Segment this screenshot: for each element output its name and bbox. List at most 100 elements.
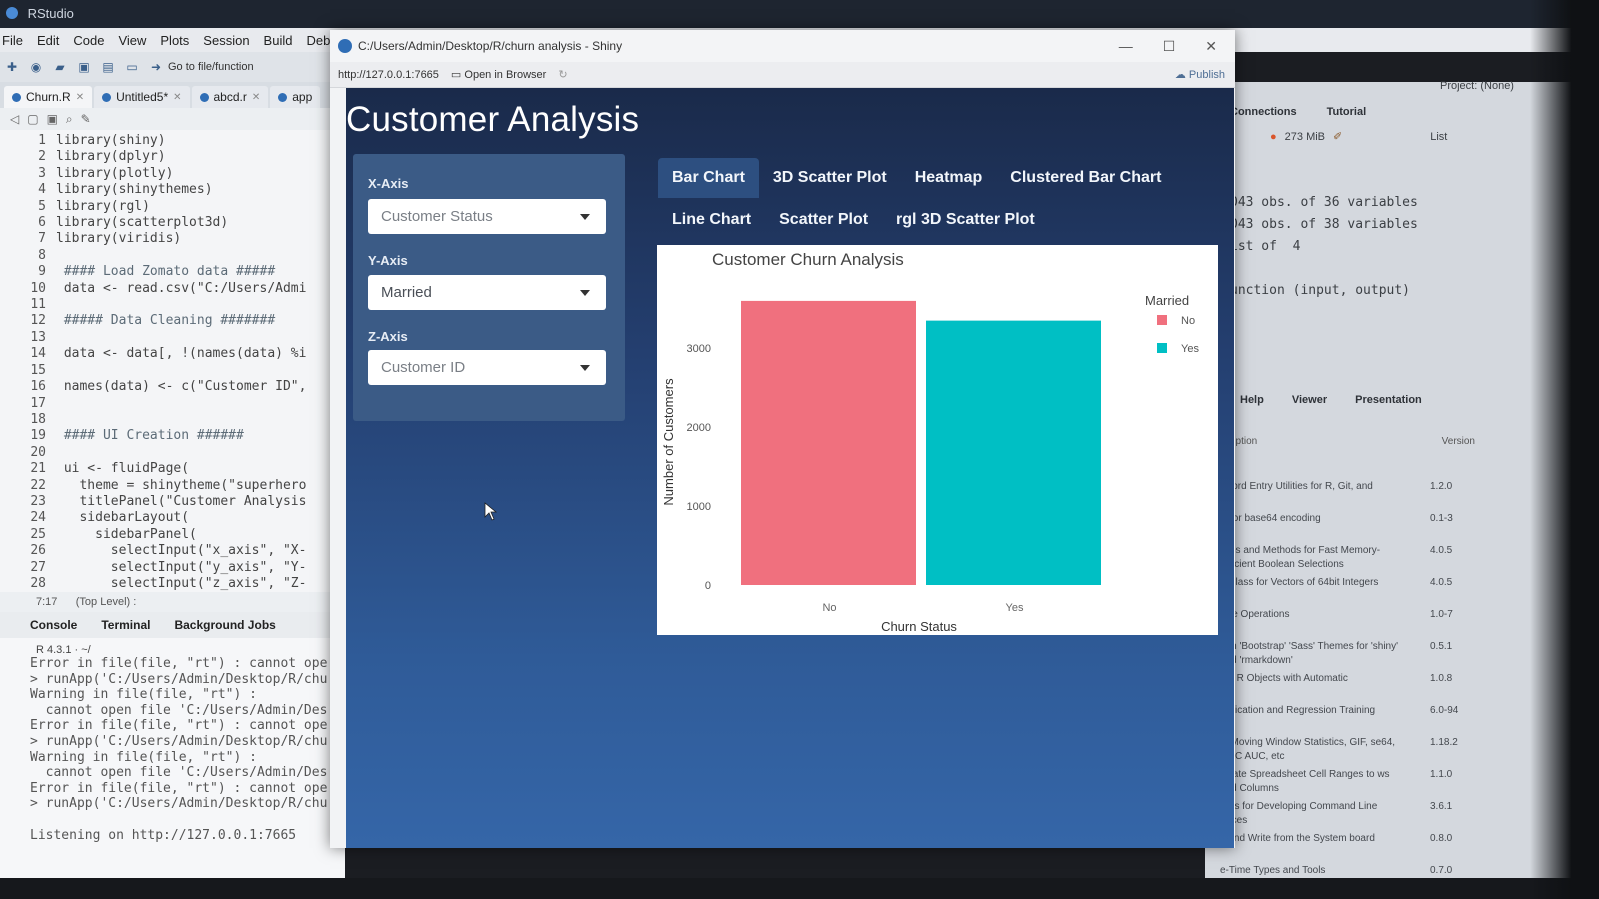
code-line[interactable]: 14 data <- data[, !(names(data) %i xyxy=(0,346,340,362)
code-line[interactable]: 13 xyxy=(0,330,340,346)
x-axis-select[interactable]: Customer Status xyxy=(368,199,606,234)
package-row[interactable]: ls for base64 encoding 0.1-3 xyxy=(1220,512,1470,544)
package-row[interactable]: sword Entry Utilities for R, Git, and 1.2… xyxy=(1220,480,1470,512)
package-row[interactable]: 3 Class for Vectors of 64bit Integers 4.0… xyxy=(1220,576,1470,608)
new-file-icon[interactable]: ✚ xyxy=(4,60,20,74)
code-tools-icon[interactable]: ✎ xyxy=(81,112,91,126)
menu-build[interactable]: Build xyxy=(264,33,293,48)
package-row[interactable]: tom 'Bootstrap' 'Sass' Themes for 'shiny… xyxy=(1220,640,1470,672)
open-in-browser-button[interactable]: ▭ Open in Browser xyxy=(451,68,546,81)
environment-item[interactable]: ist of 4 xyxy=(1230,236,1418,258)
tab-3d-scatter-plot[interactable]: 3D Scatter Plot xyxy=(759,158,901,198)
package-row[interactable]: pers for Developing Command Line rfaces 3… xyxy=(1220,800,1470,832)
tab-background-jobs[interactable]: Background Jobs xyxy=(174,618,275,632)
maximize-icon[interactable]: ☐ xyxy=(1163,38,1176,55)
z-axis-select[interactable]: Customer ID xyxy=(368,350,606,385)
plotly-chart[interactable]: Customer Churn Analysis 0 1000 2000 3000 No Ye… xyxy=(657,245,1218,635)
tab-console[interactable]: Console xyxy=(30,618,77,632)
close-icon[interactable]: ✕ xyxy=(1205,38,1217,55)
code-line[interactable]: 16 names(data) <- c("Customer ID", xyxy=(0,379,340,395)
code-line[interactable]: 1 library(shiny) xyxy=(0,133,340,149)
code-line[interactable]: 20 xyxy=(0,445,340,461)
code-line[interactable]: 17 xyxy=(0,396,340,412)
broom-icon[interactable]: ✐ xyxy=(1333,130,1342,143)
tab-heatmap[interactable]: Heatmap xyxy=(901,158,997,198)
print-icon[interactable]: ▭ xyxy=(124,60,140,74)
code-line[interactable]: 18 xyxy=(0,412,340,428)
code-line[interactable]: 5 library(rgl) xyxy=(0,199,340,215)
code-line[interactable]: 15 xyxy=(0,363,340,379)
code-line[interactable]: 6 library(scatterplot3d) xyxy=(0,215,340,231)
menu-plots[interactable]: Plots xyxy=(160,33,189,48)
tab-tutorial[interactable]: Tutorial xyxy=(1327,106,1367,118)
tab-line-chart[interactable]: Line Chart xyxy=(658,200,765,240)
environment-item[interactable] xyxy=(1230,258,1418,280)
package-row[interactable]: ssification and Regression Training 6.0-9… xyxy=(1220,704,1470,736)
save-all-icon[interactable]: ▤ xyxy=(100,60,116,74)
code-line[interactable]: 8 xyxy=(0,248,340,264)
package-row[interactable]: the R Objects with Automatic 1.0.8 xyxy=(1220,672,1470,704)
project-menu[interactable]: Project: (None) xyxy=(1440,80,1514,92)
editor-tab-abcd[interactable]: abcd.r ✕ xyxy=(191,86,269,108)
code-line[interactable]: 26 selectInput("x_axis", "X- xyxy=(0,543,340,559)
close-icon[interactable]: ✕ xyxy=(173,92,181,103)
close-icon[interactable]: ✕ xyxy=(252,92,260,103)
console-output[interactable]: Error in file(file, "rt") : cannot ope > … xyxy=(0,656,345,843)
code-line[interactable]: 4 library(shinythemes) xyxy=(0,182,340,198)
memory-usage[interactable]: ● 273 MiB ✐ List xyxy=(1270,130,1447,144)
menu-code[interactable]: Code xyxy=(73,33,104,48)
list-view-toggle[interactable]: List xyxy=(1430,131,1447,143)
tab-presentation[interactable]: Presentation xyxy=(1355,394,1422,406)
package-row[interactable]: sses and Methods for Fast Memory-Efficie… xyxy=(1220,544,1470,576)
package-row[interactable]: d and Write from the System board 0.8.0 xyxy=(1220,832,1470,864)
new-project-icon[interactable]: ◉ xyxy=(28,60,44,74)
code-line[interactable]: 24 sidebarLayout( xyxy=(0,510,340,526)
close-icon[interactable]: ✕ xyxy=(76,92,84,103)
tab-rgl-3d-scatter-plot[interactable]: rgl 3D Scatter Plot xyxy=(882,200,1049,240)
environment-item[interactable]: 043 obs. of 38 variables xyxy=(1230,214,1418,236)
package-row[interactable]: nslate Spreadsheet Cell Ranges to ws and… xyxy=(1220,768,1470,800)
show-in-window-icon[interactable]: ▢ xyxy=(27,112,38,126)
package-row[interactable]: vise Operations 1.0-7 xyxy=(1220,608,1470,640)
code-line[interactable]: 28 selectInput("z_axis", "Z- xyxy=(0,576,340,592)
goto-file-function[interactable]: ➜ Go to file/function xyxy=(148,60,254,74)
code-line[interactable]: 27 selectInput("y_axis", "Y- xyxy=(0,560,340,576)
app-url[interactable]: http://127.0.0.1:7665 xyxy=(338,69,439,81)
menu-edit[interactable]: Edit xyxy=(37,33,59,48)
editor-tab-untitled5[interactable]: Untitled5* ✕ xyxy=(94,86,190,108)
tab-viewer[interactable]: Viewer xyxy=(1292,394,1327,406)
code-line[interactable]: 25 sidebarPanel( xyxy=(0,527,340,543)
open-file-icon[interactable]: ▰ xyxy=(52,60,68,74)
find-icon[interactable]: ⌕ xyxy=(66,112,73,127)
tab-scatter-plot[interactable]: Scatter Plot xyxy=(765,200,882,240)
code-line[interactable]: 11 xyxy=(0,297,340,313)
code-line[interactable]: 10 data <- read.csv("C:/Users/Admi xyxy=(0,281,340,297)
tab-terminal[interactable]: Terminal xyxy=(101,618,150,632)
code-line[interactable]: 7 library(viridis) xyxy=(0,231,340,247)
editor-tab-churn[interactable]: Churn.R ✕ xyxy=(4,86,93,108)
code-line[interactable]: 22 theme = shinytheme("superhero xyxy=(0,478,340,494)
tab-clustered-bar-chart[interactable]: Clustered Bar Chart xyxy=(996,158,1175,198)
code-line[interactable]: 12 ##### Data Cleaning ####### xyxy=(0,313,340,329)
y-axis-select[interactable]: Married xyxy=(368,275,606,310)
save-icon[interactable]: ▣ xyxy=(76,60,92,74)
code-line[interactable]: 21 ui <- fluidPage( xyxy=(0,461,340,477)
minimize-icon[interactable]: — xyxy=(1119,38,1133,55)
menu-session[interactable]: Session xyxy=(203,33,249,48)
code-line[interactable]: 3 library(plotly) xyxy=(0,166,340,182)
menu-view[interactable]: View xyxy=(118,33,146,48)
publish-button[interactable]: ☁ Publish xyxy=(1175,68,1235,81)
environment-item[interactable]: unction (input, output) xyxy=(1230,280,1418,302)
code-line[interactable]: 19 #### UI Creation ###### xyxy=(0,428,340,444)
menu-file[interactable]: File xyxy=(2,33,23,48)
editor-tab-app[interactable]: app xyxy=(270,86,321,108)
scope-indicator[interactable]: (Top Level) : xyxy=(76,596,137,608)
save-icon[interactable]: ▣ xyxy=(47,112,58,126)
code-area[interactable]: 1 library(shiny) 2 library(dplyr) 3 library(p… xyxy=(0,130,340,592)
code-line[interactable]: 23 titlePanel("Customer Analysis xyxy=(0,494,340,510)
environment-item[interactable]: 043 obs. of 36 variables xyxy=(1230,192,1418,214)
refresh-icon[interactable]: ↻ xyxy=(558,68,567,81)
code-line[interactable]: 2 library(dplyr) xyxy=(0,149,340,165)
tab-bar-chart[interactable]: Bar Chart xyxy=(658,158,759,198)
tab-connections[interactable]: Connections xyxy=(1230,106,1297,118)
